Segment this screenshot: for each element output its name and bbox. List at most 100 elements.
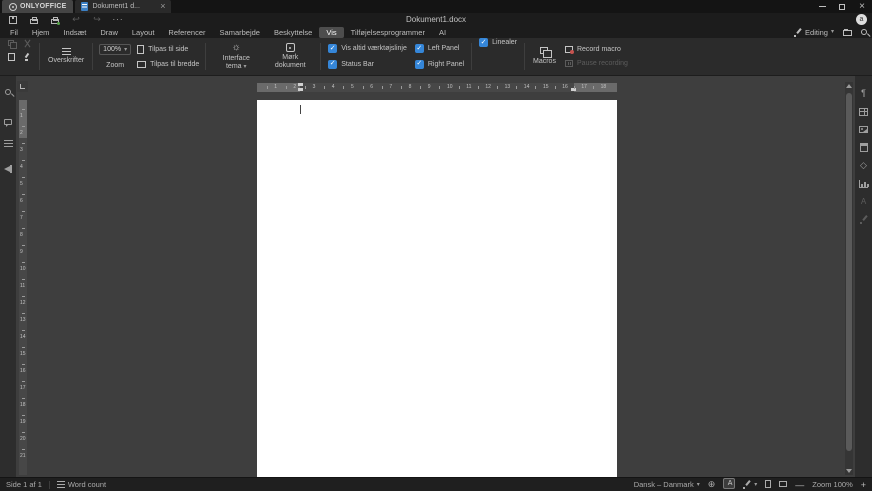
tab-referencer[interactable]: Referencer — [161, 27, 212, 38]
chart-settings-button[interactable] — [858, 178, 870, 189]
minimize-button[interactable] — [812, 0, 832, 13]
copy-icon — [8, 40, 14, 46]
comment-icon — [4, 119, 12, 125]
signature-settings-button[interactable] — [858, 214, 870, 225]
fit-to-width-status-button[interactable] — [779, 480, 787, 489]
workspace: 123456789101112131415161718 123456789101… — [0, 76, 872, 477]
checkbox-always-show-toolbar[interactable]: Vis altid værktøjslinje — [328, 44, 407, 53]
zoom-in-button[interactable]: + — [861, 480, 866, 490]
language-label: Dansk – Danmark — [634, 480, 694, 489]
tab-stop-selector[interactable] — [17, 81, 28, 92]
horizontal-ruler[interactable]: 123456789101112131415161718 — [257, 83, 617, 92]
title-bar: Dokument1.docx a — [0, 13, 872, 26]
macros-button[interactable]: Macros — [528, 38, 561, 75]
checkbox-label: Linealer — [492, 39, 517, 46]
image-settings-button[interactable] — [858, 124, 870, 135]
save-button[interactable] — [7, 14, 19, 26]
open-file-location-button[interactable] — [843, 27, 852, 38]
scrollbar-thumb[interactable] — [846, 93, 852, 451]
scroll-up-button[interactable] — [846, 82, 852, 90]
interface-theme-button[interactable]: Interface tema — [209, 38, 263, 75]
pencil-icon — [794, 28, 802, 37]
zoom-out-button[interactable]: — — [795, 480, 804, 490]
find-button[interactable] — [2, 86, 14, 98]
tab-beskyttelse[interactable]: Beskyttelse — [267, 27, 319, 38]
maximize-icon — [839, 4, 845, 10]
user-avatar[interactable]: a — [856, 14, 867, 25]
page-indicator[interactable]: Side 1 af 1 — [6, 480, 42, 489]
clipboard-group — [5, 38, 33, 75]
left-panel — [0, 76, 16, 477]
undo-button[interactable] — [70, 14, 82, 26]
image-icon — [859, 126, 868, 133]
spell-check-icon — [723, 478, 735, 489]
fit-to-page-status-button[interactable] — [765, 480, 771, 490]
shape-settings-button[interactable] — [858, 160, 870, 171]
word-count-button[interactable]: Word count — [57, 480, 106, 489]
word-count-label: Word count — [68, 480, 106, 489]
left-indent-marker[interactable] — [298, 88, 303, 91]
pause-recording-button[interactable]: Pause recording — [565, 60, 628, 67]
navigation-button[interactable] — [2, 137, 14, 149]
zoom-level-label[interactable]: Zoom 100% — [812, 480, 852, 489]
track-changes-button[interactable] — [743, 480, 757, 489]
quick-print-button[interactable] — [49, 14, 61, 26]
track-changes-pen-icon — [743, 480, 751, 489]
tab-tilfojelsesprogrammer[interactable]: Tilføjelsesprogrammer — [344, 27, 432, 38]
vertical-ruler[interactable]: 123456789101112131415161718192021 — [19, 100, 27, 475]
maximize-button[interactable] — [832, 0, 852, 13]
fit-to-width-button[interactable]: Tilpas til bredde — [137, 61, 199, 68]
tab-vis[interactable]: Vis — [319, 27, 343, 38]
ribbon-divider — [205, 43, 206, 70]
tab-fil[interactable]: Fil — [3, 27, 25, 38]
quick-print-icon — [51, 19, 59, 24]
copy-button[interactable] — [8, 40, 14, 48]
tab-hjem[interactable]: Hjem — [25, 27, 57, 38]
table-settings-button[interactable] — [858, 106, 870, 117]
cut-button[interactable] — [23, 39, 31, 50]
text-art-settings-button[interactable] — [858, 196, 870, 207]
document-tab-label: Dokument1 d... — [92, 3, 139, 10]
tab-layout[interactable]: Layout — [125, 27, 162, 38]
document-tab[interactable]: Dokument1 d... × — [75, 0, 171, 13]
record-macro-button[interactable]: Record macro — [565, 46, 621, 53]
document-page[interactable] — [257, 100, 617, 477]
checkbox-rulers[interactable]: Linealer — [479, 38, 517, 47]
tab-samarbejde[interactable]: Samarbejde — [213, 27, 267, 38]
document-language-button[interactable] — [708, 480, 716, 489]
search-button[interactable] — [861, 28, 867, 37]
fit-to-page-button[interactable]: Tilpas til side — [137, 45, 199, 54]
zoom-dropdown[interactable]: 100% — [99, 44, 131, 55]
pause-recording-icon — [565, 60, 573, 67]
copy-style-button[interactable] — [23, 53, 31, 64]
close-button[interactable]: × — [852, 0, 872, 13]
zoom-group-label: Zoom — [106, 62, 124, 69]
dark-document-button[interactable]: Mørk dokument — [263, 38, 317, 75]
editing-mode-button[interactable]: Editing — [794, 28, 834, 37]
language-selector[interactable]: Dansk – Danmark — [634, 480, 700, 489]
print-button[interactable] — [28, 14, 40, 26]
ribbon-content: Overskrifter 100% Zoom Tilpas til side T… — [0, 38, 872, 76]
globe-icon — [708, 480, 716, 489]
first-line-indent-marker[interactable] — [298, 83, 303, 86]
checkbox-status-bar[interactable]: Status Bar — [328, 60, 407, 69]
redo-button[interactable] — [91, 14, 103, 26]
tab-draw[interactable]: Draw — [93, 27, 125, 38]
header-footer-settings-button[interactable] — [858, 142, 870, 153]
checkbox-label: Right Panel — [428, 61, 464, 68]
checkbox-left-panel[interactable]: Left Panel — [415, 44, 464, 53]
customize-toolbar-button[interactable] — [112, 14, 124, 26]
paste-button[interactable] — [8, 53, 15, 63]
headings-button[interactable]: Overskrifter — [43, 38, 89, 75]
paragraph-settings-button[interactable] — [858, 88, 870, 99]
tab-ai[interactable]: AI — [432, 27, 453, 38]
vertical-scrollbar[interactable] — [845, 82, 853, 475]
comments-button[interactable] — [2, 116, 14, 128]
checkbox-right-panel[interactable]: Right Panel — [415, 60, 464, 69]
tab-close-icon[interactable]: × — [160, 2, 165, 11]
feedback-support-button[interactable] — [2, 163, 14, 175]
scroll-down-button[interactable] — [846, 467, 852, 475]
tab-indsaet[interactable]: Indsæt — [56, 27, 93, 38]
spell-checking-button[interactable] — [723, 478, 735, 491]
onlyoffice-main-tab[interactable]: ONLYOFFICE — [2, 0, 73, 13]
